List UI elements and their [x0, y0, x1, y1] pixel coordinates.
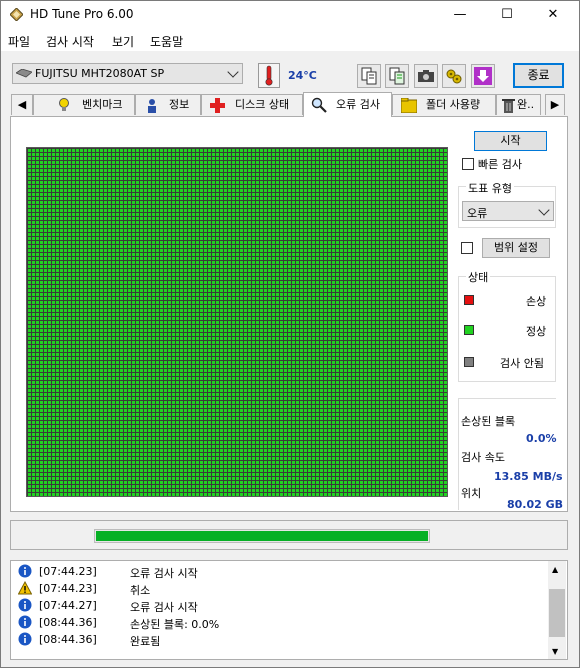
scroll-thumb[interactable]: [549, 589, 565, 637]
ok-legend-swatch: [464, 325, 474, 335]
menu-help[interactable]: 도움말: [150, 33, 183, 50]
quick-scan-label: 빠른 검사: [478, 158, 522, 171]
chevron-right-icon: ▶: [550, 98, 560, 111]
hdtune-app-icon: [10, 8, 23, 21]
log-message: 손상된 블록: 0.0%: [130, 618, 220, 631]
status-label: 상태: [466, 269, 491, 285]
damaged-blocks-label: 손상된 블록: [461, 415, 516, 428]
scan-speed-value: 13.85 MB/s: [494, 470, 563, 483]
bulb-icon: [59, 98, 69, 111]
gears-icon: [446, 69, 462, 84]
red-cross-icon: [210, 98, 225, 113]
chart-type-select[interactable]: 오류: [462, 201, 554, 221]
tab-folder-usage[interactable]: 폴더 사용량: [392, 94, 496, 115]
warning-icon: [18, 581, 32, 595]
thermometer-icon: [258, 63, 280, 88]
info-icon: [18, 615, 32, 629]
drive-name: FUJITSU MHT2080AT SP: [35, 67, 165, 80]
maximize-button[interactable]: ☐: [484, 1, 530, 29]
range-setting-checkbox[interactable]: [461, 242, 473, 254]
log-message: 완료됨: [130, 635, 161, 648]
log-entry: [08:44.36] 완료됨: [18, 631, 538, 648]
magnifier-icon: [311, 97, 327, 113]
start-scan-button[interactable]: 시작: [474, 131, 547, 151]
exit-button[interactable]: 종료: [513, 63, 564, 88]
tab-info[interactable]: 정보: [135, 94, 201, 115]
copy-all-button[interactable]: [385, 64, 409, 88]
menu-view[interactable]: 보기: [112, 33, 134, 50]
copy-icon: [361, 67, 377, 85]
hard-drive-icon: [16, 69, 32, 78]
tab-label: 폴더 사용량: [426, 98, 481, 111]
position-value: 80.02 GB: [507, 498, 564, 511]
damaged-legend-swatch: [464, 295, 474, 305]
scan-progress-fill: [96, 531, 428, 541]
damaged-blocks-value: 0.0%: [526, 432, 557, 445]
info-icon: [18, 564, 32, 578]
log-message: 오류 검사 시작: [130, 601, 198, 614]
block-map-grid: [26, 147, 448, 497]
log-scrollbar[interactable]: ▲ ▼: [548, 561, 566, 659]
tab-label: 디스크 상태: [235, 98, 290, 111]
log-message: 오류 검사 시작: [130, 567, 198, 580]
screenshot-button[interactable]: [414, 64, 438, 88]
drive-select[interactable]: FUJITSU MHT2080AT SP: [12, 63, 243, 84]
log-time: [07:44.27]: [39, 599, 97, 612]
log-time: [08:44.36]: [39, 616, 97, 629]
options-button[interactable]: [442, 64, 466, 88]
info-person-icon: [148, 99, 156, 113]
log-time: [08:44.36]: [39, 633, 97, 646]
scan-progress-bar: [94, 529, 430, 543]
ok-legend-label: 정상: [526, 325, 547, 338]
chevron-left-icon: ◀: [17, 98, 27, 111]
copy-green-icon: [389, 67, 405, 85]
quick-scan-checkbox[interactable]: [462, 158, 474, 170]
log-entry: [07:44.27] 오류 검사 시작: [18, 597, 538, 614]
download-arrow-icon: [474, 67, 492, 85]
window-title: HD Tune Pro 6.00: [30, 7, 134, 21]
tab-erase[interactable]: 완..: [496, 94, 541, 115]
log-entry: [07:44.23] 오류 검사 시작: [18, 563, 538, 580]
log-time: [07:44.23]: [39, 582, 97, 595]
tab-label: 완..: [517, 98, 535, 111]
tab-error-scan[interactable]: 오류 검사: [303, 92, 392, 117]
tab-label: 오류 검사: [336, 98, 380, 111]
tab-benchmark[interactable]: 벤치마크: [33, 94, 135, 115]
menu-file[interactable]: 파일: [8, 33, 30, 50]
scan-speed-label: 검사 속도: [461, 451, 505, 464]
log-entry: [07:44.23] 취소: [18, 580, 538, 597]
damaged-legend-label: 손상: [526, 295, 547, 308]
tab-label: 벤치마크: [82, 98, 123, 111]
info-icon: [18, 598, 32, 612]
tab-label: 정보: [169, 98, 190, 111]
range-setting-button[interactable]: 범위 설정: [482, 238, 550, 258]
info-icon: [18, 632, 32, 646]
menu-scan-start[interactable]: 검사 시작: [46, 33, 94, 50]
tab-health[interactable]: 디스크 상태: [201, 94, 303, 115]
log-message: 취소: [130, 584, 151, 597]
chevron-down-icon: [538, 204, 550, 216]
close-window-button[interactable]: ✕: [530, 1, 576, 29]
tab-scroll-right[interactable]: ▶: [545, 94, 565, 115]
copy-text-button[interactable]: [357, 64, 381, 88]
log-entry: [08:44.36] 손상된 블록: 0.0%: [18, 614, 538, 631]
folder-icon: [401, 98, 417, 113]
save-button[interactable]: [471, 64, 495, 88]
tab-scroll-left[interactable]: ◀: [11, 94, 33, 115]
temperature-value: 24°C: [288, 69, 317, 82]
log-time: [07:44.23]: [39, 565, 97, 578]
chart-type-label: 도표 유형: [466, 180, 514, 196]
not-scanned-legend-swatch: [464, 357, 474, 367]
minimize-button[interactable]: —: [437, 1, 483, 29]
scroll-up-icon[interactable]: ▲: [552, 565, 558, 574]
chevron-down-icon: [227, 66, 239, 78]
scroll-down-icon[interactable]: ▼: [552, 647, 558, 656]
position-label: 위치: [461, 487, 482, 500]
trash-icon: [502, 99, 515, 113]
not-scanned-legend-label: 검사 안됨: [500, 357, 544, 370]
camera-icon: [418, 70, 434, 82]
chart-type-value: 오류: [467, 207, 488, 220]
